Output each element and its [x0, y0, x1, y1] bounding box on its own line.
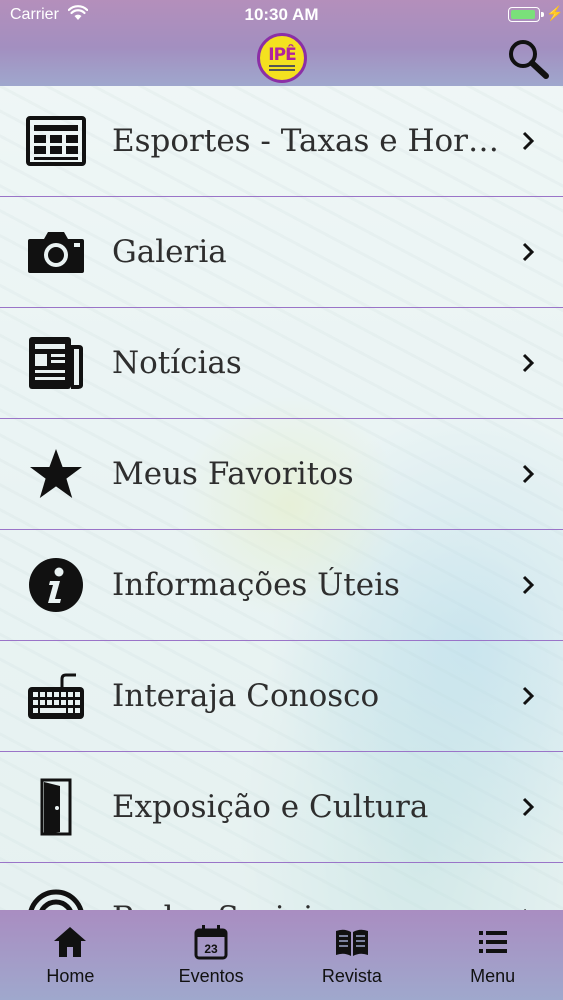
menu-item-label: Interaja Conosco: [112, 678, 380, 714]
news-icon: [25, 334, 87, 392]
menu-item-label: Esportes - Taxas e Horários: [112, 123, 513, 159]
charging-icon: ⚡: [546, 5, 563, 21]
menu-item-label: Exposição e Cultura: [112, 789, 429, 825]
logo-text: IPÊ: [268, 45, 296, 65]
tab-menu[interactable]: Menu: [422, 910, 563, 1000]
keyboard-icon: [25, 667, 87, 725]
menu-item-informacoes[interactable]: Informações Úteis: [0, 530, 563, 641]
home-icon: [54, 927, 87, 957]
tab-eventos[interactable]: 23 Eventos: [141, 910, 282, 1000]
tab-label: Menu: [470, 966, 516, 986]
camera-icon: [25, 223, 87, 281]
menu-item-exposicao[interactable]: Exposição e Cultura: [0, 752, 563, 863]
info-icon: [25, 556, 87, 614]
chevron-right-icon: [522, 131, 535, 151]
list-icon: [478, 931, 507, 953]
menu-item-favoritos[interactable]: Meus Favoritos: [0, 419, 563, 530]
chevron-right-icon: [522, 242, 535, 262]
menu-item-esportes[interactable]: Esportes - Taxas e Horários: [0, 86, 563, 197]
menu-item-redes-sociais[interactable]: Redes Sociais: [0, 863, 563, 910]
door-icon: [25, 778, 87, 836]
menu-item-galeria[interactable]: Galeria: [0, 197, 563, 308]
tab-revista[interactable]: Revista: [282, 910, 423, 1000]
chevron-right-icon: [522, 575, 535, 595]
battery-icon: [508, 7, 544, 22]
menu-item-label: Meus Favoritos: [112, 456, 354, 492]
app-logo[interactable]: IPÊ: [257, 33, 307, 83]
status-bar: Carrier 10:30 AM ⚡: [0, 0, 563, 30]
tab-label: Eventos: [178, 966, 244, 986]
chevron-right-icon: [522, 464, 535, 484]
newspaper-grid-icon: [25, 112, 87, 170]
status-time: 10:30 AM: [244, 5, 319, 24]
calendar-day: 23: [204, 942, 218, 956]
wifi-circle-icon: [25, 889, 87, 910]
chevron-right-icon: [522, 797, 535, 817]
menu-item-label: Informações Úteis: [112, 567, 400, 603]
chevron-right-icon: [522, 686, 535, 706]
menu-item-label: Redes Sociais: [112, 900, 513, 910]
tab-bar: Home 23 Eventos Revista Menu: [0, 910, 563, 1000]
search-icon[interactable]: [506, 38, 550, 80]
book-icon: [335, 929, 368, 956]
tab-home[interactable]: Home: [0, 910, 141, 1000]
menu-item-interaja[interactable]: Interaja Conosco: [0, 641, 563, 752]
calendar-icon: 23: [194, 925, 228, 960]
chevron-right-icon: [522, 353, 535, 373]
tab-label: Home: [46, 966, 95, 986]
top-bar: Carrier 10:30 AM ⚡ IPÊ: [0, 0, 563, 86]
menu-item-noticias[interactable]: Notícias: [0, 308, 563, 419]
tab-label: Revista: [321, 966, 382, 986]
menu-list: Esportes - Taxas e Horários Galeria Notí…: [0, 86, 563, 910]
menu-item-label: Galeria: [112, 234, 227, 270]
star-icon: [25, 445, 87, 503]
menu-item-label: Notícias: [112, 345, 242, 381]
